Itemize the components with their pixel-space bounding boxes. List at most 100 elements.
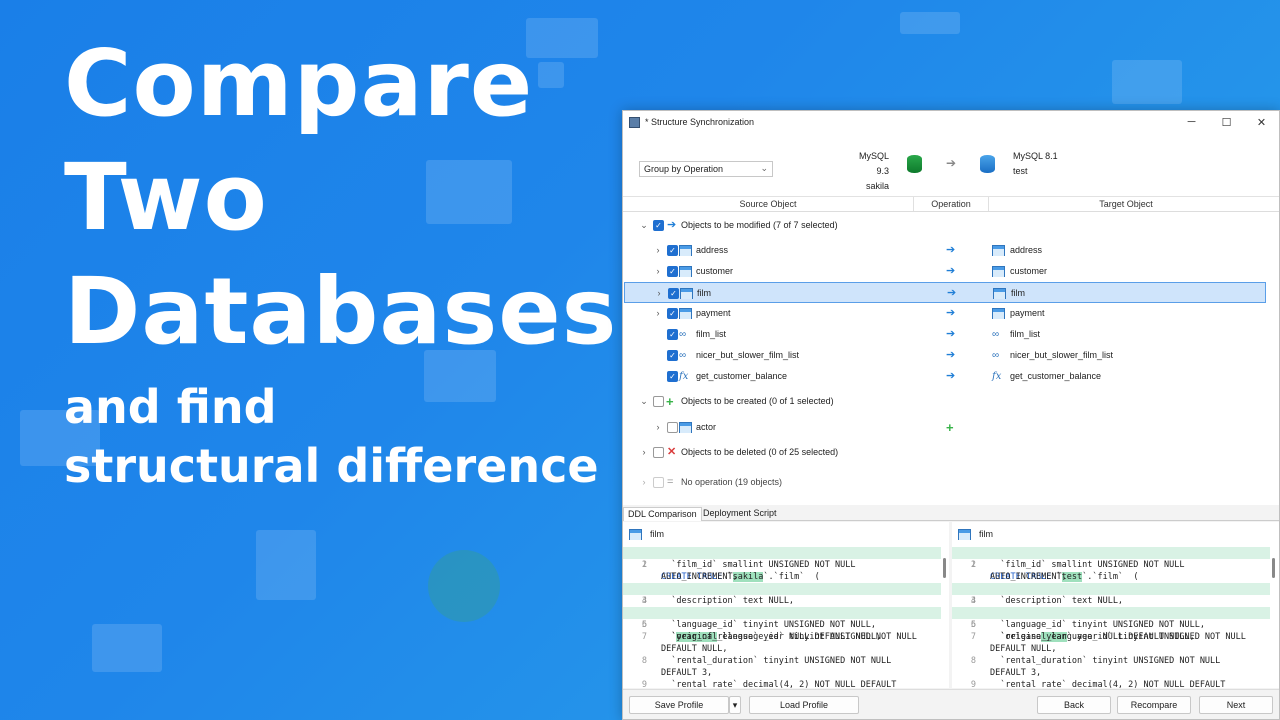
chevron-right-icon[interactable]: › bbox=[639, 472, 649, 493]
pane-title: film bbox=[650, 529, 664, 539]
function-icon: fx bbox=[679, 371, 689, 382]
save-profile-button[interactable]: Save Profile bbox=[629, 696, 729, 714]
tab-ddl-comparison[interactable]: DDL Comparison bbox=[623, 507, 702, 521]
vertical-scrollbar[interactable] bbox=[943, 558, 946, 578]
code-line: DEFAULT NULL, bbox=[623, 643, 941, 655]
code-line: 6 `language_id` tinyint UNSIGNED NOT NUL… bbox=[952, 619, 1270, 631]
object-row[interactable]: ✓ fx get_customer_balance ➔ fx get_custo… bbox=[623, 366, 1265, 387]
code-line: 7 `original_language_id` tinyint UNSIGNE… bbox=[623, 631, 941, 643]
source-object-name: customer bbox=[696, 266, 734, 276]
group-row-deleted[interactable]: › ✕ Objects to be deleted (0 of 25 selec… bbox=[623, 442, 1265, 463]
object-row[interactable]: ✓ ∞ nicer_but_slower_film_list ➔ ∞ nicer… bbox=[623, 345, 1265, 366]
column-source-object[interactable]: Source Object bbox=[623, 197, 914, 211]
source-object-name: film bbox=[697, 288, 711, 298]
ddl-target-code[interactable]: 1 CREATE TABLE `test`.`film` ( 2 `film_i… bbox=[952, 547, 1270, 688]
chevron-right-icon[interactable]: › bbox=[639, 442, 649, 463]
source-connection: MySQL 9.3 sakila bbox=[845, 149, 889, 194]
chevron-down-icon: ⌄ bbox=[760, 163, 768, 173]
chevron-right-icon[interactable]: › bbox=[654, 283, 664, 304]
chevron-down-icon[interactable]: ⌄ bbox=[639, 391, 649, 412]
object-row-selected[interactable]: › ✓ film ➔ film bbox=[624, 282, 1266, 303]
save-profile-dropdown[interactable]: ▾ bbox=[729, 696, 741, 714]
object-row[interactable]: › ✓ payment ➔ payment bbox=[623, 303, 1265, 324]
group-row-modified[interactable]: ⌄ ✓ ➔ Objects to be modified (7 of 7 sel… bbox=[623, 215, 1265, 236]
code-line: 5 `release_year` year NULL DEFAULT NULL, bbox=[952, 607, 1270, 642]
operation-modify-icon: ➔ bbox=[946, 349, 956, 361]
source-object-name: get_customer_balance bbox=[696, 371, 788, 381]
object-checkbox[interactable]: ✓ bbox=[667, 329, 678, 340]
group-by-select[interactable]: Group by Operation ⌄ bbox=[639, 161, 773, 177]
column-operation[interactable]: Operation bbox=[914, 197, 989, 211]
table-icon bbox=[679, 245, 692, 256]
chevron-right-icon[interactable]: › bbox=[653, 303, 663, 324]
ddl-source-pane: film 1 CREATE TABLE `sakila`.`film` ( 2 … bbox=[623, 522, 949, 688]
target-object-name: film bbox=[1011, 288, 1025, 298]
view-icon: ∞ bbox=[992, 350, 1000, 361]
object-row[interactable]: ✓ ∞ film_list ➔ ∞ film_list bbox=[623, 324, 1265, 345]
object-checkbox[interactable] bbox=[667, 422, 678, 433]
object-row[interactable]: › ✓ customer ➔ customer bbox=[623, 261, 1265, 282]
chevron-right-icon[interactable]: › bbox=[653, 261, 663, 282]
back-button[interactable]: Back bbox=[1037, 696, 1111, 714]
code-text: DEFAULT 3, bbox=[661, 668, 713, 678]
code-line: 2 `film_id` smallint UNSIGNED NOT NULL bbox=[952, 559, 1270, 571]
line-number: 2 bbox=[970, 560, 976, 570]
group-checkbox[interactable] bbox=[653, 396, 664, 407]
window-title: * Structure Synchronization bbox=[645, 117, 755, 127]
table-icon bbox=[679, 308, 692, 319]
line-number: 9 bbox=[970, 680, 976, 688]
maximize-button[interactable]: ☐ bbox=[1209, 116, 1244, 129]
tab-deployment-script[interactable]: Deployment Script bbox=[699, 507, 781, 521]
object-checkbox[interactable]: ✓ bbox=[668, 288, 679, 299]
object-row[interactable]: › ✓ address ➔ address bbox=[623, 240, 1265, 261]
chevron-right-icon[interactable]: › bbox=[653, 417, 663, 438]
code-text: `rental_duration` tinyint UNSIGNED NOT N… bbox=[990, 656, 1221, 666]
function-icon: fx bbox=[992, 371, 1002, 382]
next-button[interactable]: Next bbox=[1199, 696, 1273, 714]
group-checkbox[interactable] bbox=[653, 447, 664, 458]
group-checkbox[interactable]: ✓ bbox=[653, 220, 664, 231]
code-line: DEFAULT NULL, bbox=[952, 643, 1270, 655]
ddl-target-pane: film 1 CREATE TABLE `test`.`film` ( 2 `f… bbox=[952, 522, 1279, 688]
ddl-source-code[interactable]: 1 CREATE TABLE `sakila`.`film` ( 2 `film… bbox=[623, 547, 941, 688]
table-icon bbox=[992, 245, 1005, 256]
hero-line-structural-difference: structural difference bbox=[64, 439, 599, 493]
code-text: `film_id` smallint UNSIGNED NOT NULL bbox=[990, 560, 1185, 570]
object-row[interactable]: › actor + bbox=[623, 417, 1265, 438]
recompare-button[interactable]: Recompare bbox=[1117, 696, 1191, 714]
target-database: test bbox=[1013, 166, 1028, 176]
background-decoration bbox=[92, 624, 162, 672]
title-bar: * Structure Synchronization ─ ☐ ✕ bbox=[623, 111, 1279, 133]
hero-line-and-find: and find bbox=[64, 380, 277, 434]
group-checkbox[interactable] bbox=[653, 477, 664, 488]
chevron-down-icon[interactable]: ⌄ bbox=[639, 215, 649, 236]
code-text: AUTO_INCREMENT, bbox=[661, 572, 738, 582]
operation-modify-icon: ➔ bbox=[946, 265, 956, 277]
line-number: 7 bbox=[641, 632, 647, 642]
table-icon bbox=[992, 266, 1005, 277]
target-object-name: address bbox=[1010, 245, 1043, 255]
group-label: No operation (19 objects) bbox=[681, 477, 783, 487]
object-checkbox[interactable]: ✓ bbox=[667, 245, 678, 256]
chevron-right-icon[interactable]: › bbox=[653, 240, 663, 261]
code-line: 7 `original_language_id` tinyint UNSIGNE… bbox=[952, 631, 1270, 643]
table-icon bbox=[958, 529, 971, 540]
code-text: DEFAULT NULL, bbox=[990, 644, 1057, 654]
object-checkbox[interactable]: ✓ bbox=[667, 371, 678, 382]
hero-line-two: Two bbox=[64, 144, 268, 251]
load-profile-button[interactable]: Load Profile bbox=[749, 696, 859, 714]
operation-create-icon: + bbox=[946, 420, 954, 435]
vertical-scrollbar[interactable] bbox=[1272, 558, 1275, 578]
app-icon bbox=[629, 116, 640, 128]
object-checkbox[interactable]: ✓ bbox=[667, 308, 678, 319]
column-target-object[interactable]: Target Object bbox=[989, 197, 1263, 211]
object-checkbox[interactable]: ✓ bbox=[667, 266, 678, 277]
group-row-no-operation[interactable]: › = No operation (19 objects) bbox=[623, 472, 1265, 493]
object-checkbox[interactable]: ✓ bbox=[667, 350, 678, 361]
close-button[interactable]: ✕ bbox=[1244, 116, 1279, 129]
group-row-created[interactable]: ⌄ + Objects to be created (0 of 1 select… bbox=[623, 391, 1265, 412]
hero-line-databases: Databases bbox=[64, 258, 618, 365]
background-decoration bbox=[526, 18, 598, 58]
minimize-button[interactable]: ─ bbox=[1174, 116, 1209, 128]
code-text: `language_id` tinyint UNSIGNED NOT NULL, bbox=[990, 620, 1205, 630]
